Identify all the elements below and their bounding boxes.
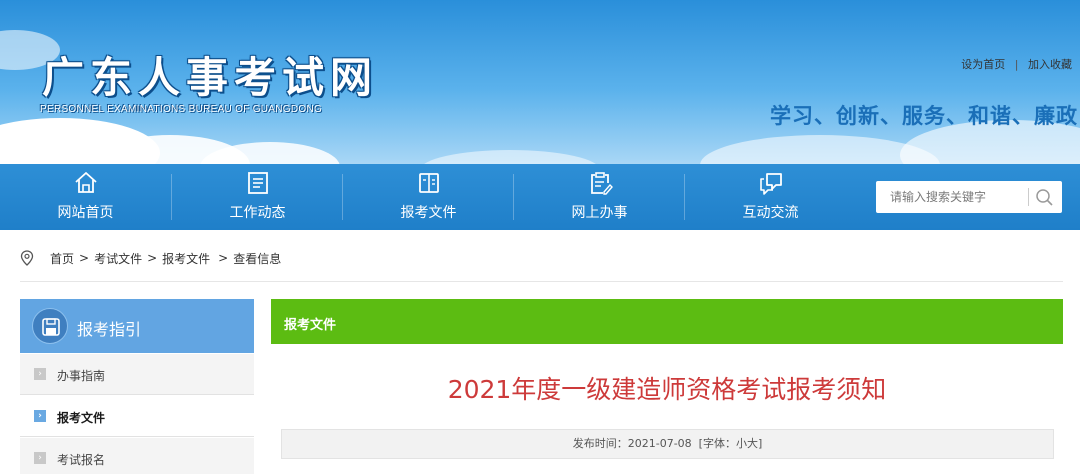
header-banner: 广东人事考试网 PERSONNEL EXAMINATIONS BUREAU OF… [0, 0, 1080, 164]
nav-item-online-services[interactable]: 网上办事 [514, 164, 685, 230]
chevron-right-icon: › [34, 452, 46, 464]
breadcrumb-separator: > [218, 251, 229, 265]
nav-item-interaction[interactable]: 互动交流 [685, 164, 856, 230]
chevron-right-icon: › [34, 368, 46, 380]
publish-date: 2021-07-08 [627, 437, 692, 450]
site-logo-subtitle: PERSONNEL EXAMINATIONS BUREAU OF GUANGDO… [40, 104, 323, 115]
nav-item-home[interactable]: 网站首页 [0, 164, 171, 230]
breadcrumb-current: 查看信息 [233, 251, 282, 266]
search-input[interactable] [876, 181, 1026, 213]
sidebar-header-icon-circle [32, 308, 68, 344]
breadcrumb-divider [20, 281, 1063, 282]
search-separator [1028, 188, 1029, 206]
nav-item-label: 工作动态 [229, 205, 286, 221]
breadcrumb: 首页 > 考试文件 > 报考文件 > 查看信息 [20, 248, 281, 268]
article-meta: 发布时间：2021-07-08 [字体：小大] [281, 429, 1054, 459]
font-size-open: [字体： [698, 437, 736, 450]
clipboard-edit-icon [591, 172, 613, 195]
search-icon[interactable] [1034, 187, 1056, 207]
sidebar-item-label: 办事指南 [57, 369, 106, 383]
breadcrumb-home[interactable]: 首页 [50, 250, 74, 267]
font-size-large-button[interactable]: 大 [747, 437, 758, 450]
nav-item-exam-documents[interactable]: 报考文件 [343, 164, 514, 230]
search-box [876, 181, 1062, 213]
font-size-small-button[interactable]: 小 [736, 437, 747, 450]
nav-item-label: 互动交流 [742, 205, 799, 221]
nav-item-label: 报考文件 [400, 205, 457, 221]
font-size-close: ] [757, 437, 763, 450]
sidebar-item-service-guide[interactable]: › 办事指南 [20, 354, 254, 395]
home-icon [75, 172, 97, 193]
chevron-right-icon: › [34, 410, 46, 422]
sidebar-item-label: 报考文件 [57, 411, 106, 425]
nav-item-label: 网站首页 [57, 205, 114, 221]
page: 广东人事考试网 PERSONNEL EXAMINATIONS BUREAU OF… [0, 0, 1080, 474]
set-homepage-link[interactable]: 设为首页 [961, 58, 1005, 71]
chat-bubble-icon [760, 173, 782, 195]
publish-label: 发布时间： [572, 437, 628, 450]
cloud-decoration [420, 150, 600, 164]
sidebar-title: 报考指引 [77, 320, 142, 339]
top-link-separator: | [1014, 58, 1019, 71]
location-pin-icon [20, 250, 34, 266]
article-title: 2021年度一级建造师资格考试报考须知 [447, 375, 887, 404]
book-icon [419, 173, 439, 193]
add-favorite-link[interactable]: 加入收藏 [1028, 58, 1072, 71]
sidebar-header: 报考指引 [20, 299, 254, 353]
breadcrumb-exam-files[interactable]: 考试文件 [94, 250, 142, 267]
section-title: 报考文件 [284, 318, 337, 333]
breadcrumb-separator: > [79, 251, 90, 265]
section-header: 报考文件 [271, 299, 1063, 344]
site-logo-title: 广东人事考试网 [42, 53, 379, 102]
breadcrumb-application-files[interactable]: 报考文件 [162, 250, 210, 267]
nav-item-label: 网上办事 [571, 205, 628, 221]
slogan: 学习、创新、服务、和谐、廉政 [770, 104, 1078, 128]
save-disk-icon [42, 318, 60, 336]
nav-item-work-news[interactable]: 工作动态 [172, 164, 343, 230]
news-icon [248, 172, 268, 194]
sidebar-item-exam-registration[interactable]: › 考试报名 [20, 438, 254, 474]
sidebar-item-application-files[interactable]: › 报考文件 [20, 396, 254, 437]
breadcrumb-separator: > [147, 251, 158, 265]
top-links: 设为首页 | 加入收藏 [961, 56, 1072, 72]
sidebar-item-label: 考试报名 [57, 453, 106, 467]
